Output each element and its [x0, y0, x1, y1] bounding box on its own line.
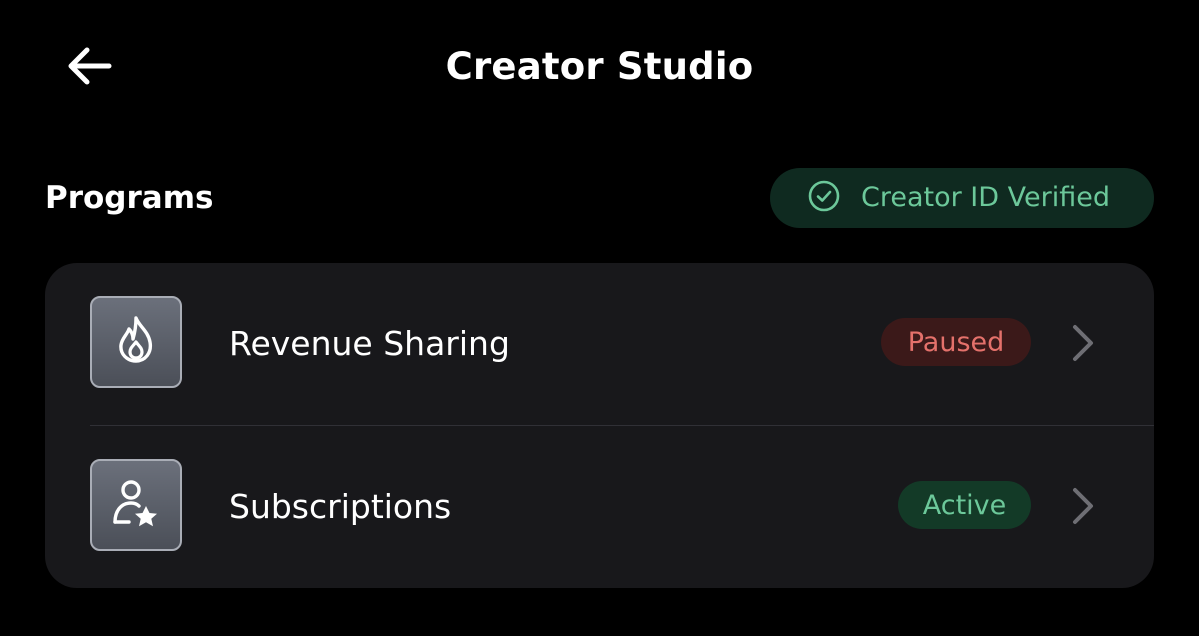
page-title: Creator Studio: [445, 45, 754, 88]
flame-icon: [112, 314, 160, 370]
check-circle-icon: [807, 179, 841, 217]
program-icon-tile: [90, 296, 182, 388]
chevron-right-icon: [1068, 486, 1098, 526]
program-row-subscriptions[interactable]: Subscriptions Active: [45, 426, 1154, 588]
verified-label: Creator ID Verified: [861, 182, 1110, 213]
section-title: Programs: [45, 180, 214, 216]
program-icon-tile: [90, 459, 182, 551]
top-bar: Creator Studio: [0, 0, 1199, 136]
creator-id-verified-badge: Creator ID Verified: [770, 168, 1154, 228]
program-row-revenue-sharing[interactable]: Revenue Sharing Paused: [45, 263, 1154, 425]
status-badge: Active: [898, 481, 1031, 529]
status-badge: Paused: [881, 318, 1031, 366]
program-label: Revenue Sharing: [229, 324, 510, 363]
program-label: Subscriptions: [229, 487, 452, 526]
programs-card: Revenue Sharing Paused Subscriptions Act…: [45, 263, 1154, 588]
user-star-icon: [109, 476, 163, 534]
chevron-right-icon: [1068, 323, 1098, 363]
